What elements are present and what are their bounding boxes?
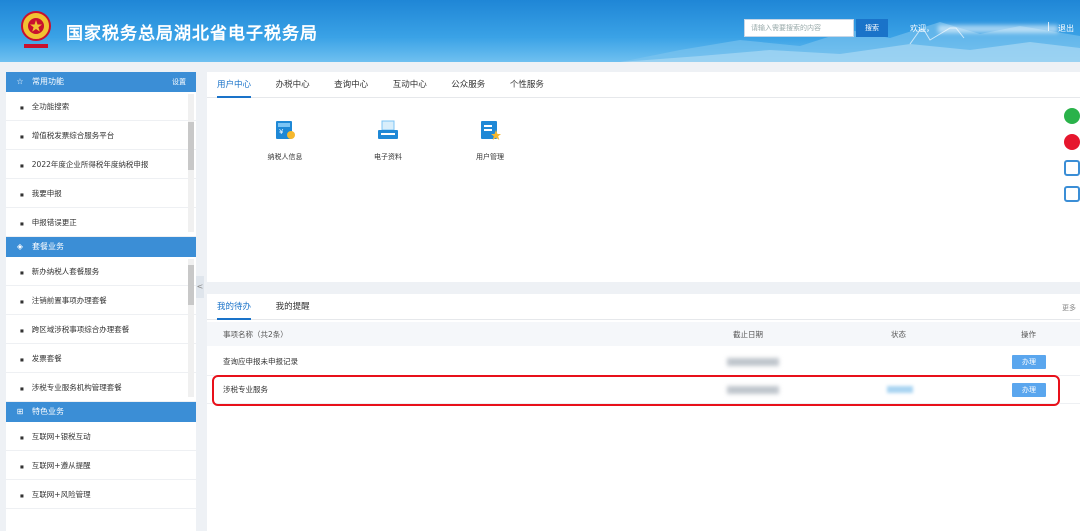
main-tabs: 用户中心 办税中心 查询中心 互动中心 公众服务 个性服务 xyxy=(207,72,1080,98)
sidebar-collapse-toggle[interactable]: < xyxy=(196,276,204,298)
grid-icon: ⊞ xyxy=(16,407,24,416)
sidebar-section-common[interactable]: ☆ 常用功能 设置 xyxy=(6,72,196,92)
tab-tax-center[interactable]: 办税中心 xyxy=(276,72,310,98)
sidebar-item[interactable]: 跨区域涉税事项综合办理套餐 xyxy=(6,315,196,344)
scrollbar-thumb[interactable] xyxy=(188,122,194,170)
function-taxpayer-info[interactable]: ¥ 纳税人信息 xyxy=(255,118,315,162)
tab-my-reminders[interactable]: 我的提醒 xyxy=(276,294,310,320)
sidebar-section-packages[interactable]: ◈ 套餐业务 xyxy=(6,237,196,257)
wechat-icon[interactable] xyxy=(1064,108,1080,124)
sidebar-item[interactable]: 新办纳税人套餐服务 xyxy=(6,257,196,286)
welcome-text: 欢迎， xyxy=(910,23,1058,34)
sidebar-scrollbar[interactable] xyxy=(188,94,194,232)
column-header-status: 状态 xyxy=(891,329,906,339)
user-name-redacted xyxy=(938,24,1058,33)
header-separator: | xyxy=(1047,22,1051,32)
layers-icon: ◈ xyxy=(16,242,24,251)
sidebar-item[interactable]: 涉税专业服务机构管理套餐 xyxy=(6,373,196,402)
sidebar-list-packages: 新办纳税人套餐服务 注销前置事项办理套餐 跨区域涉税事项综合办理套餐 发票套餐 … xyxy=(6,257,196,402)
column-header-name: 事项名称（共2条） xyxy=(223,329,288,339)
header: 国家税务总局湖北省电子税务局 请输入需要搜索的内容 搜索 欢迎， | 退出 xyxy=(0,0,1080,62)
sidebar-item[interactable]: 增值税发票综合服务平台 xyxy=(6,121,196,150)
table-row: 查询应申报未申报记录 办理 xyxy=(207,348,1080,376)
sidebar-item[interactable]: 全功能搜索 xyxy=(6,92,196,121)
settings-link[interactable]: 设置 xyxy=(172,72,186,92)
site-title: 国家税务总局湖北省电子税务局 xyxy=(66,24,318,44)
search-input[interactable]: 请输入需要搜索的内容 xyxy=(744,19,854,37)
section-title: 套餐业务 xyxy=(32,242,64,251)
tasks-tabs: 我的待办 我的提醒 更多 xyxy=(207,294,1080,320)
scrollbar-thumb[interactable] xyxy=(188,265,194,305)
welcome-label: 欢迎， xyxy=(910,24,934,33)
sidebar-item[interactable]: 2022年度企业所得税年度纳税申报 xyxy=(6,150,196,179)
deadline-redacted xyxy=(727,348,779,375)
sidebar-item[interactable]: 申报错误更正 xyxy=(6,208,196,237)
sidebar-item[interactable]: 我要申报 xyxy=(6,179,196,208)
function-label: 纳税人信息 xyxy=(267,153,303,161)
tax-bureau-emblem-icon xyxy=(21,11,51,48)
electronic-documents-icon xyxy=(378,120,398,139)
sidebar-list-featured: 互联网+银税互动 互联网+遵从提醒 互联网+风险管理 xyxy=(6,422,196,509)
table-row: 涉税专业服务 办理 xyxy=(207,376,1080,404)
user-center-panel: 用户中心 办税中心 查询中心 互动中心 公众服务 个性服务 ¥ 纳税人信息 电子… xyxy=(207,72,1080,282)
sidebar-section-featured[interactable]: ⊞ 特色业务 xyxy=(6,402,196,422)
status-redacted xyxy=(887,376,913,403)
handle-button[interactable]: 办理 xyxy=(1012,348,1046,375)
sidebar-item[interactable]: 互联网+遵从提醒 xyxy=(6,451,196,480)
logout-link[interactable]: 退出 xyxy=(1058,23,1074,34)
taxpayer-info-icon: ¥ xyxy=(276,121,295,139)
tasks-panel: 我的待办 我的提醒 更多 事项名称（共2条） 截止日期 状态 操作 查询应申报未… xyxy=(207,294,1080,531)
tab-query-center[interactable]: 查询中心 xyxy=(334,72,368,98)
star-outline-icon: ☆ xyxy=(16,77,24,86)
sidebar: ☆ 常用功能 设置 全功能搜索 增值税发票综合服务平台 2022年度企业所得税年度… xyxy=(6,72,196,531)
section-title: 常用功能 xyxy=(32,77,64,86)
sidebar-item[interactable]: 互联网+银税互动 xyxy=(6,422,196,451)
printer-icon[interactable] xyxy=(1064,186,1080,202)
table-scrollbar[interactable] xyxy=(1074,348,1080,408)
search-button[interactable]: 搜索 xyxy=(856,19,888,37)
more-link[interactable]: 更多 xyxy=(1062,303,1076,313)
deadline-redacted xyxy=(727,376,779,403)
section-title: 特色业务 xyxy=(32,407,64,416)
sidebar-list-common: 全功能搜索 增值税发票综合服务平台 2022年度企业所得税年度纳税申报 我要申报… xyxy=(6,92,196,237)
handle-button[interactable]: 办理 xyxy=(1012,376,1046,403)
sidebar-scrollbar[interactable] xyxy=(188,259,194,397)
function-label: 电子资料 xyxy=(374,153,402,161)
user-management-icon xyxy=(481,121,501,140)
task-name[interactable]: 查询应申报未申报记录 xyxy=(223,348,298,375)
floating-toolbar xyxy=(1064,108,1080,212)
tab-user-center[interactable]: 用户中心 xyxy=(217,72,252,98)
function-electronic-documents[interactable]: 电子资料 xyxy=(358,118,418,162)
sidebar-item[interactable]: 发票套餐 xyxy=(6,344,196,373)
tab-my-todos[interactable]: 我的待办 xyxy=(217,294,252,320)
function-label: 用户管理 xyxy=(476,153,504,161)
column-header-action: 操作 xyxy=(1021,329,1036,339)
tab-interaction-center[interactable]: 互动中心 xyxy=(393,72,427,98)
sidebar-item[interactable]: 互联网+风险管理 xyxy=(6,480,196,509)
weibo-icon[interactable] xyxy=(1064,134,1080,150)
function-user-management[interactable]: 用户管理 xyxy=(460,118,520,162)
column-header-deadline: 截止日期 xyxy=(733,329,763,339)
sidebar-item[interactable]: 注销前置事项办理套餐 xyxy=(6,286,196,315)
task-name[interactable]: 涉税专业服务 xyxy=(223,376,268,403)
printer-icon[interactable] xyxy=(1064,160,1080,176)
svg-text:¥: ¥ xyxy=(279,128,284,136)
tab-public-services[interactable]: 公众服务 xyxy=(451,72,485,98)
table-header: 事项名称（共2条） 截止日期 状态 操作 xyxy=(207,322,1080,346)
tab-personal-services[interactable]: 个性服务 xyxy=(510,72,544,98)
